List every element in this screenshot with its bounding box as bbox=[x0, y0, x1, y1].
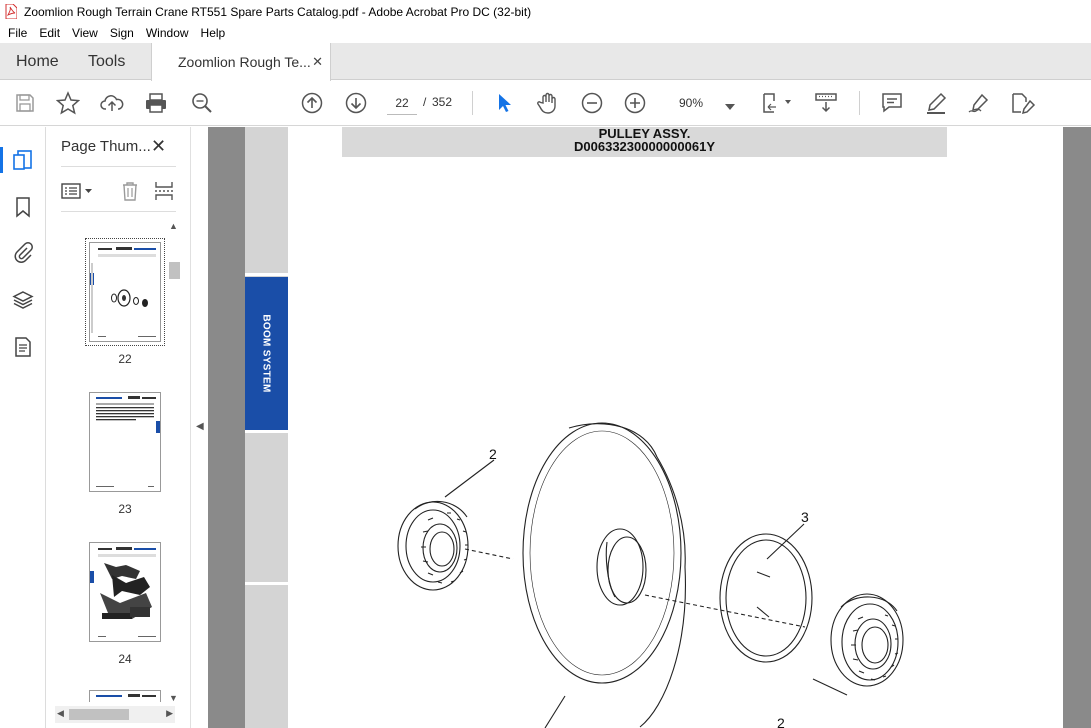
menu-file[interactable]: File bbox=[2, 23, 33, 43]
tab-document-label: Zoomlion Rough Te... bbox=[178, 54, 311, 70]
scroll-left-icon[interactable]: ◀ bbox=[57, 708, 64, 719]
zoom-search-icon[interactable] bbox=[189, 90, 215, 116]
rail-active-indicator bbox=[0, 147, 3, 173]
menu-sign[interactable]: Sign bbox=[104, 23, 140, 43]
comment-icon[interactable] bbox=[879, 90, 905, 116]
callout-3: 3 bbox=[801, 509, 809, 525]
menu-bar: File Edit View Sign Window Help bbox=[0, 23, 1091, 43]
page-total: 352 bbox=[432, 95, 453, 109]
panel-collapse-handle[interactable]: ◀ bbox=[190, 127, 208, 728]
callout-2-lower: 2 bbox=[777, 715, 785, 728]
acrobat-app-icon bbox=[4, 4, 18, 20]
bookmark-star-icon[interactable] bbox=[55, 90, 81, 116]
panel-toolbar bbox=[61, 179, 176, 203]
thumbnail-options-icon[interactable] bbox=[61, 179, 97, 203]
zoom-dropdown[interactable]: 90% bbox=[665, 91, 743, 115]
tab-home[interactable]: Home bbox=[16, 43, 59, 80]
navigation-rail bbox=[0, 127, 46, 728]
window-title: Zoomlion Rough Terrain Crane RT551 Spare… bbox=[24, 4, 532, 19]
save-icon[interactable] bbox=[12, 90, 38, 116]
tab-close-icon[interactable]: ✕ bbox=[312, 54, 323, 70]
scroll-mode-icon[interactable] bbox=[813, 90, 839, 116]
thumbnail-label: 22 bbox=[118, 352, 132, 366]
tabs-row: Home Tools Zoomlion Rough Te... ✕ bbox=[0, 43, 1091, 81]
arrow-down-circle-icon[interactable] bbox=[343, 90, 369, 116]
zoom-out-icon[interactable] bbox=[579, 90, 605, 116]
thumbnail-vertical-scrollbar[interactable]: ▲ ▼ bbox=[166, 219, 182, 705]
thumbnail-label: 23 bbox=[118, 502, 132, 516]
upload-cloud-icon[interactable] bbox=[99, 90, 125, 116]
scroll-right-icon[interactable]: ▶ bbox=[166, 708, 173, 719]
toolbar-divider bbox=[859, 91, 860, 115]
menu-edit[interactable]: Edit bbox=[33, 23, 66, 43]
panel-divider bbox=[61, 166, 176, 167]
thumbnail-label: 24 bbox=[118, 652, 132, 666]
tab-tools[interactable]: Tools bbox=[88, 43, 125, 80]
page-fit-icon[interactable] bbox=[758, 90, 798, 116]
scrollbar-thumb[interactable] bbox=[69, 709, 129, 720]
toolbar-divider bbox=[472, 91, 473, 115]
panel-divider bbox=[61, 211, 176, 212]
attachments-icon[interactable] bbox=[10, 240, 36, 266]
draw-sign-icon[interactable] bbox=[966, 90, 992, 116]
thumbnail-page-22[interactable] bbox=[85, 238, 165, 346]
pulley-assembly-drawing: 2 3 2 bbox=[397, 422, 904, 728]
print-icon[interactable] bbox=[143, 90, 169, 116]
page-number-input[interactable] bbox=[387, 91, 417, 115]
scrollbar-thumb[interactable] bbox=[169, 262, 180, 279]
edit-fill-sign-icon[interactable] bbox=[1010, 90, 1036, 116]
chevron-left-icon[interactable]: ◀ bbox=[196, 421, 204, 432]
highlight-pen-icon[interactable] bbox=[923, 90, 949, 116]
document-viewer[interactable]: BOOM SYSTEM PULLEY ASSY. D00633230000000… bbox=[208, 127, 1091, 728]
arrow-up-circle-icon[interactable] bbox=[299, 90, 325, 116]
thumbnail-page-23[interactable] bbox=[89, 392, 161, 492]
main-toolbar: / 352 90% bbox=[0, 81, 1091, 126]
zoom-value: 90% bbox=[679, 96, 704, 110]
menu-view[interactable]: View bbox=[66, 23, 104, 43]
panel-close-icon[interactable]: ✕ bbox=[151, 136, 166, 157]
title-bar: Zoomlion Rough Terrain Crane RT551 Spare… bbox=[0, 0, 1091, 23]
layers-icon[interactable] bbox=[10, 287, 36, 313]
delete-page-icon[interactable] bbox=[119, 179, 141, 203]
page-content-icon[interactable] bbox=[10, 334, 36, 360]
scroll-down-icon[interactable]: ▼ bbox=[169, 693, 178, 703]
thumbnail-page-25[interactable] bbox=[89, 690, 161, 702]
scroll-up-icon[interactable]: ▲ bbox=[169, 221, 178, 231]
panel-title: Page Thum... bbox=[61, 138, 151, 155]
thumbnail-page-24[interactable] bbox=[89, 542, 161, 642]
page-thumbnails-icon[interactable] bbox=[10, 147, 36, 173]
thumbnail-horizontal-scrollbar[interactable]: ◀ ▶ bbox=[55, 706, 175, 723]
callout-2: 2 bbox=[489, 446, 497, 462]
menu-window[interactable]: Window bbox=[140, 23, 195, 43]
extract-pages-icon[interactable] bbox=[153, 179, 175, 203]
menu-help[interactable]: Help bbox=[195, 23, 232, 43]
cursor-select-icon[interactable] bbox=[491, 90, 517, 116]
pdf-page: BOOM SYSTEM PULLEY ASSY. D00633230000000… bbox=[245, 127, 1063, 728]
zoom-in-icon[interactable] bbox=[622, 90, 648, 116]
chevron-down-icon bbox=[725, 99, 735, 113]
hand-pan-icon[interactable] bbox=[535, 90, 561, 116]
tab-document[interactable]: Zoomlion Rough Te... ✕ bbox=[151, 43, 331, 81]
page-thumbnails-panel: Page Thum... ✕ 22 23 24 ▲ ▼ ◀ ▶ bbox=[47, 127, 190, 728]
bookmarks-icon[interactable] bbox=[10, 194, 36, 220]
page-separator: / bbox=[423, 95, 427, 109]
thumbnail-list: 22 23 24 bbox=[47, 222, 177, 702]
